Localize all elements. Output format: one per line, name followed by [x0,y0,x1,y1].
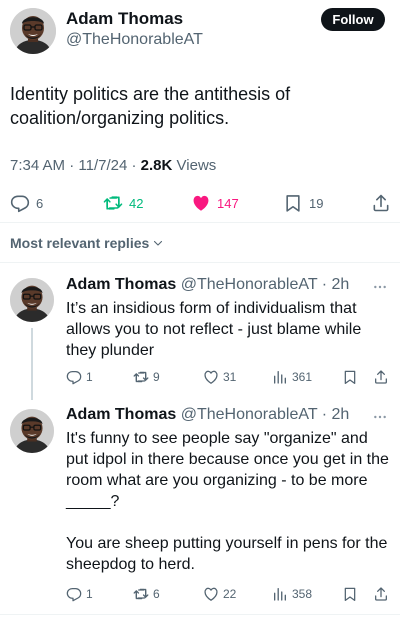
post-time[interactable]: 7:34 AM [10,157,65,174]
share-button[interactable] [371,193,391,213]
reply-header: Adam Thomas @TheHonorableAT · 2h [66,406,350,423]
reply-sort-dropdown[interactable]: Most relevant replies [10,235,164,251]
views-label: Views [176,157,217,174]
reply-author-handle[interactable]: @TheHonorableAT [181,406,318,423]
author-handle[interactable]: @TheHonorableAT [66,31,203,49]
reply-header: Adam Thomas @TheHonorableAT · 2h [66,276,350,293]
post-meta: 7:34 AM · 11/7/24 · 2.8K Views [10,157,217,174]
reply-time[interactable]: 2h [332,276,350,293]
chevron-down-icon [152,237,164,249]
more-icon[interactable] [372,409,388,425]
reply-icon [66,586,82,602]
repost-icon [133,369,149,385]
repost-icon [103,193,123,213]
bookmark-icon [342,586,358,602]
bookmark-button[interactable] [342,586,358,602]
reply-button[interactable]: 1 [66,369,93,385]
reply-icon [10,193,30,213]
views-icon [272,586,288,602]
like-count: 31 [223,370,237,384]
bookmark-icon [342,369,358,385]
like-button[interactable]: 147 [191,193,239,213]
views-count: 2.8K [140,157,173,174]
sort-label: Most relevant replies [10,235,150,251]
like-button[interactable]: 22 [203,586,236,602]
share-icon [373,586,389,602]
like-icon [191,193,211,213]
bookmark-button[interactable]: 19 [283,193,323,213]
avatar[interactable] [10,8,56,54]
views-button[interactable]: 361 [272,369,312,385]
like-count: 22 [223,587,237,601]
reply-text: It’s an insidious form of individualism … [66,300,362,359]
like-button[interactable]: 31 [203,369,236,385]
reply-button[interactable]: 1 [66,586,93,602]
avatar[interactable] [10,278,54,322]
reply-author-name[interactable]: Adam Thomas [66,276,176,293]
views-count: 361 [292,370,313,384]
bookmark-icon [283,193,303,213]
divider [0,262,400,263]
reply-count: 1 [86,587,93,601]
reply-count: 1 [86,370,93,384]
like-icon [203,369,219,385]
share-icon [371,193,391,213]
like-icon [203,586,219,602]
repost-count: 9 [153,370,160,384]
reply-author-name[interactable]: Adam Thomas [66,406,176,423]
views-icon [272,369,288,385]
more-icon[interactable] [372,279,388,295]
avatar[interactable] [10,409,54,453]
divider [0,222,400,223]
views-count: 358 [292,587,313,601]
divider [0,614,400,615]
reply-icon [66,369,82,385]
repost-button[interactable]: 6 [133,586,160,602]
repost-button[interactable]: 42 [103,193,143,213]
repost-count: 6 [153,587,160,601]
reply-time[interactable]: 2h [332,406,350,423]
reply-text: It's funny to see people say "organize" … [66,430,389,573]
bookmark-button[interactable] [342,369,358,385]
reply-author-handle[interactable]: @TheHonorableAT [181,276,318,293]
reply-button[interactable]: 6 [10,193,43,213]
like-count: 147 [217,195,239,211]
share-button[interactable] [373,586,389,602]
repost-button[interactable]: 9 [133,369,160,385]
post-text: Identity politics are the antithesis of … [10,84,291,128]
author-name[interactable]: Adam Thomas [66,9,183,29]
repost-count: 42 [129,195,144,211]
follow-button[interactable]: Follow [321,8,385,31]
share-icon [373,369,389,385]
share-button[interactable] [373,369,389,385]
repost-icon [133,586,149,602]
bookmark-count: 19 [309,195,324,211]
thread-line [31,328,33,400]
views-button[interactable]: 358 [272,586,312,602]
post-date[interactable]: 11/7/24 [78,157,127,174]
reply-count: 6 [36,195,44,211]
